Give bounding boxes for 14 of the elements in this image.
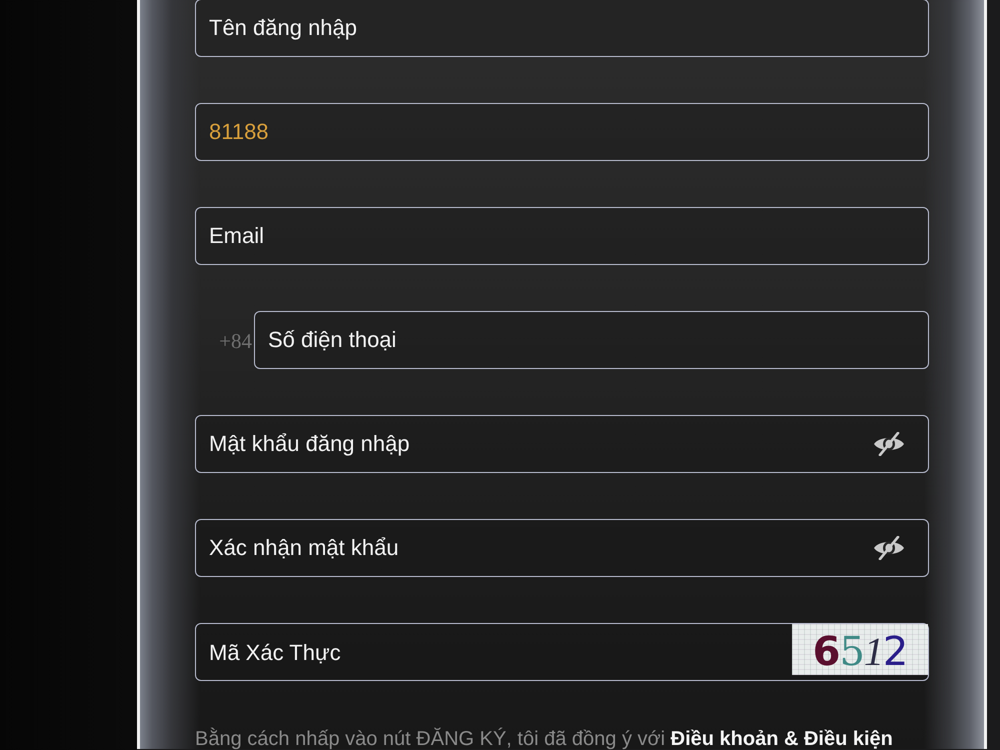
password-field[interactable]: Mật khẩu đăng nhập	[195, 415, 929, 473]
captcha-image: 6512	[792, 624, 928, 675]
captcha-input[interactable]: Mã Xác Thực	[196, 632, 792, 672]
password-field[interactable]: Xác nhận mật khẩu	[195, 519, 929, 577]
captcha-field[interactable]: Mã Xác Thực 6512	[195, 623, 929, 681]
input-field[interactable]: Tên đăng nhập	[195, 0, 929, 57]
terms-text: Bằng cách nhấp vào nút ĐĂNG KÝ, tôi đã đồng ý với Điều khoản & Điều kiện	[195, 728, 894, 750]
input-field[interactable]: 81188	[195, 103, 929, 161]
phone-field[interactable]: Số điện thoại	[254, 311, 929, 369]
eye-slash-icon[interactable]	[873, 432, 905, 456]
terms-link[interactable]: Điều khoản & Điều kiện	[670, 728, 893, 750]
country-code-label: +84	[218, 328, 252, 354]
eye-slash-icon[interactable]	[873, 536, 905, 560]
input-field[interactable]: Email	[195, 207, 929, 265]
